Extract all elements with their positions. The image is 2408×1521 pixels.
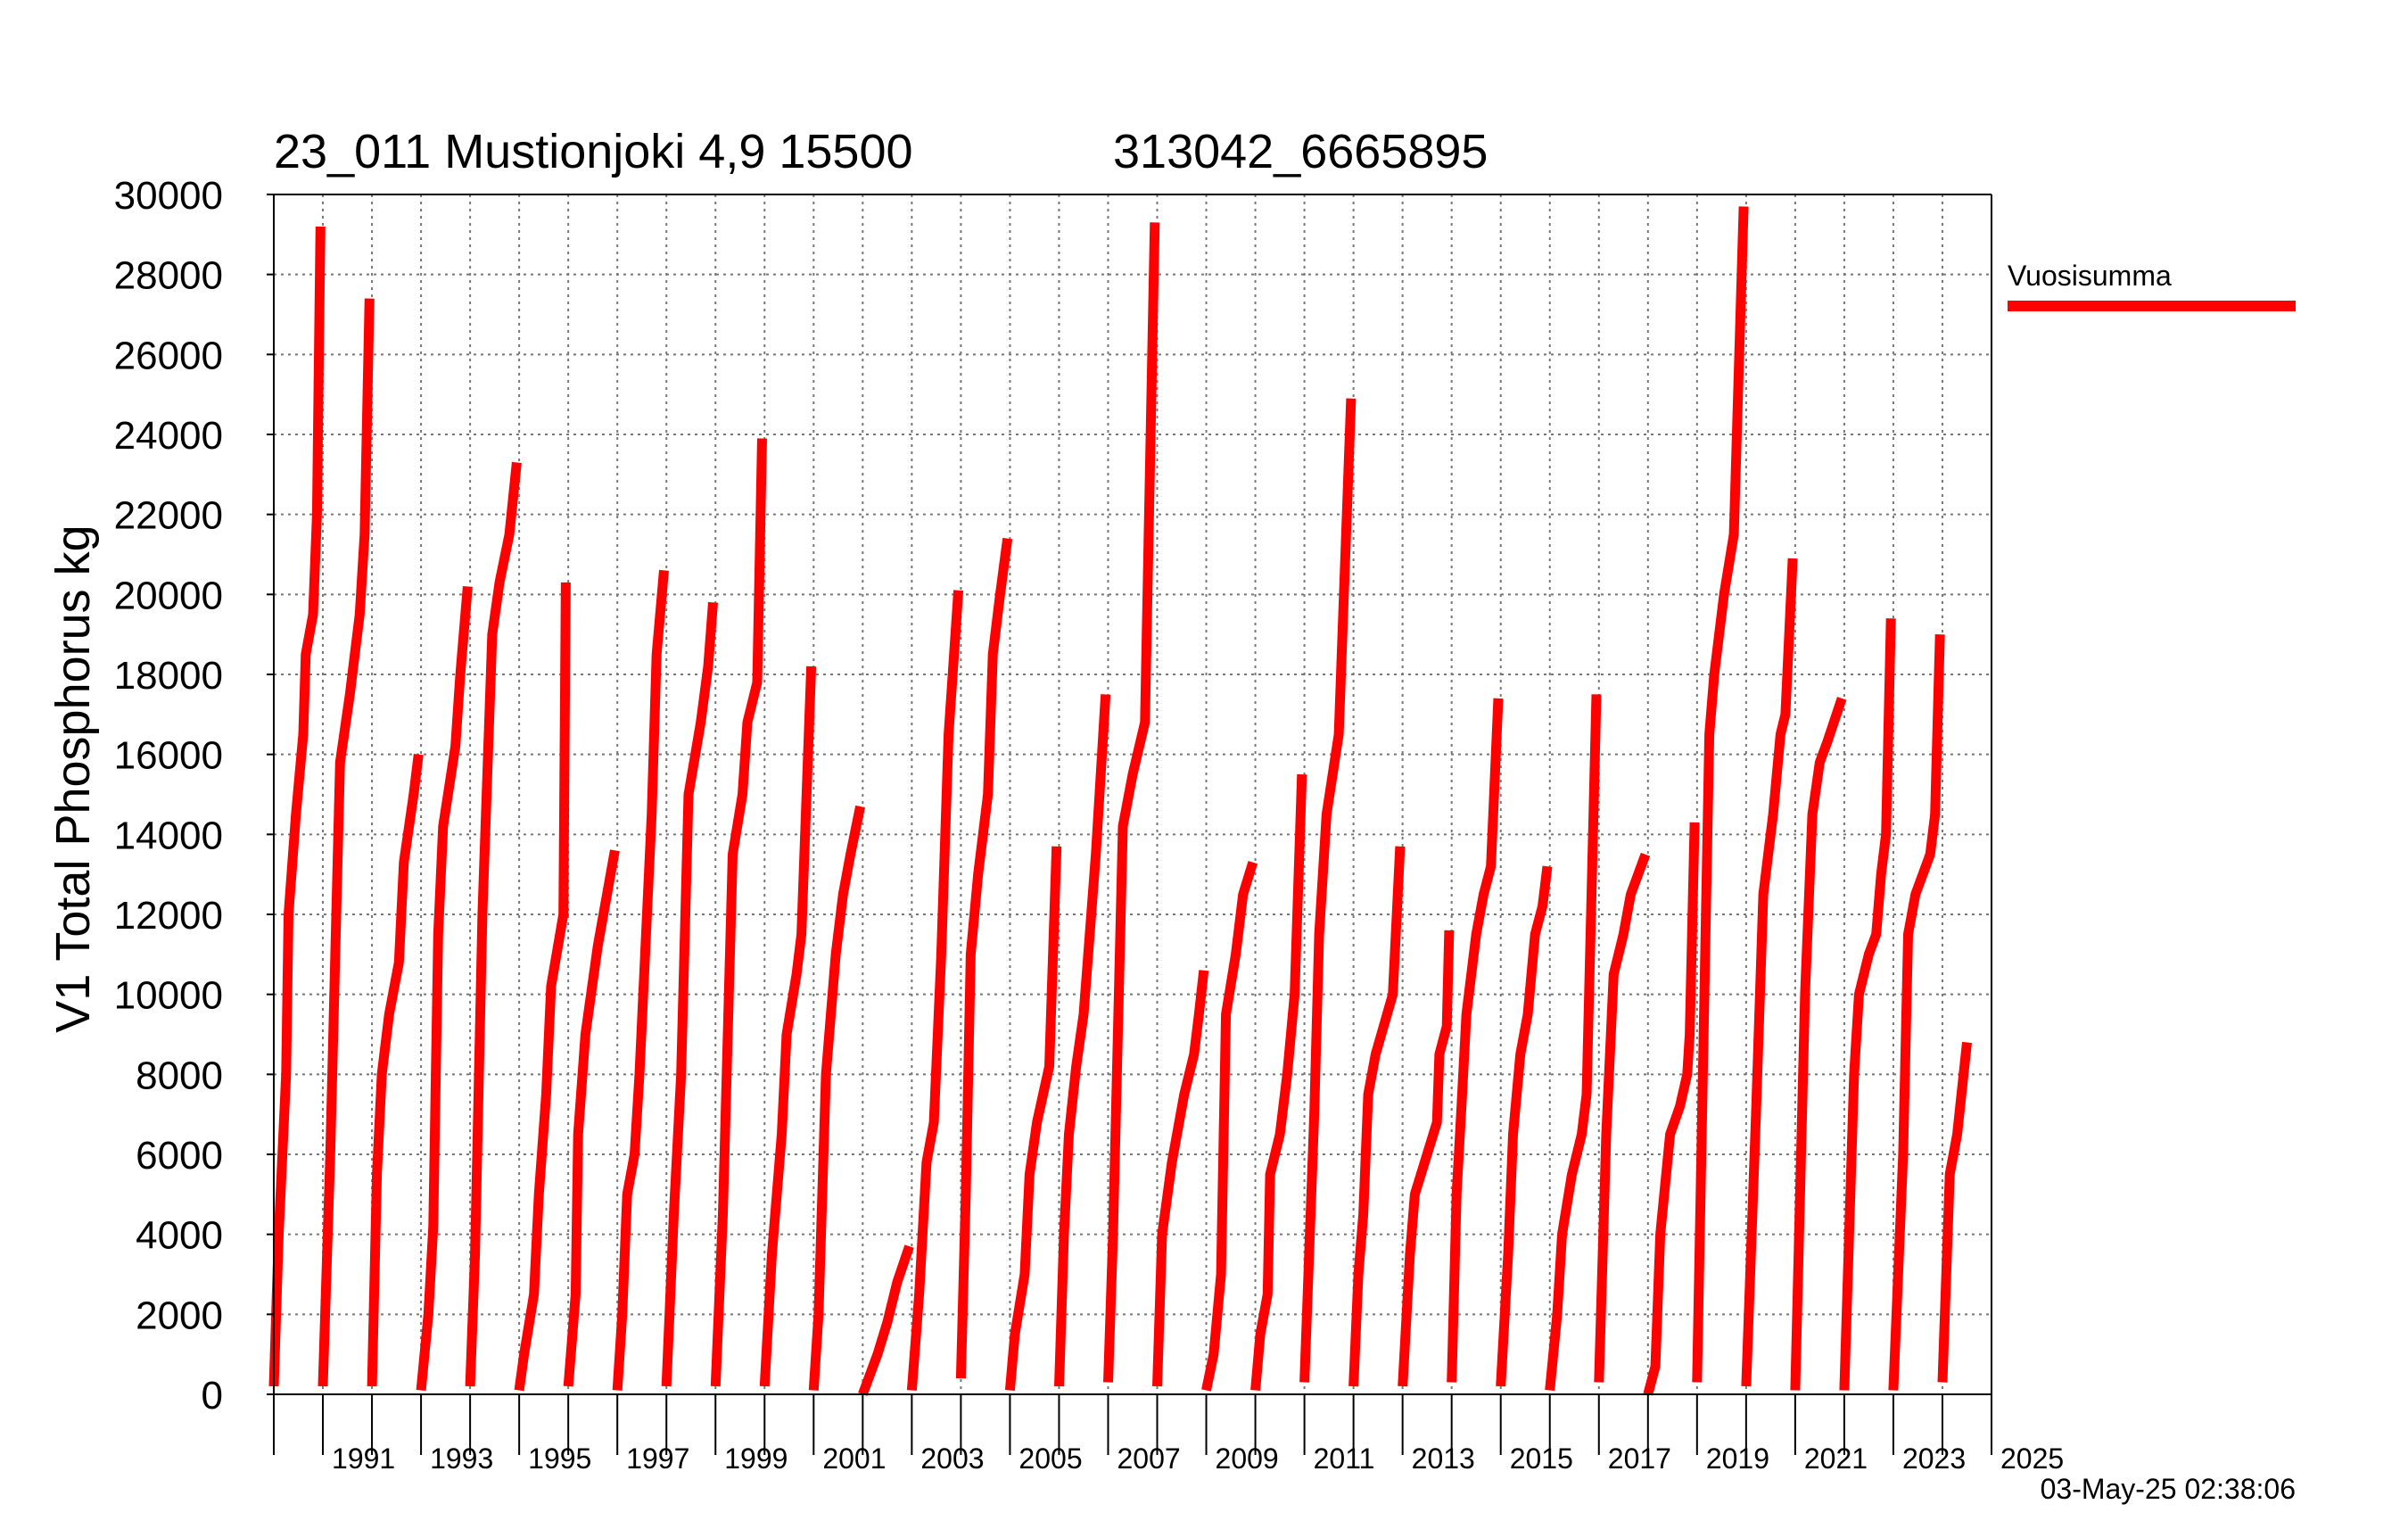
y-axis-label: V1 Total Phosphorus kg — [46, 525, 100, 1032]
x-tick-label: 2009 — [1216, 1442, 1279, 1475]
y-tick-label: 2000 — [136, 1294, 223, 1337]
x-tick-label: 2021 — [1804, 1442, 1868, 1475]
x-tick-label: 1999 — [724, 1442, 788, 1475]
chart-svg: 0 2000 4000 6000 8000 10000 12000 14000 16000 180… — [0, 0, 2408, 1517]
y-tick-label: 28000 — [114, 254, 223, 298]
y-tick-label: 30000 — [114, 174, 223, 218]
y-tick-label: 20000 — [114, 574, 223, 617]
x-tick-label: 1991 — [332, 1442, 395, 1475]
x-tick-label: 2025 — [2000, 1442, 2064, 1475]
y-tick-label: 26000 — [114, 334, 223, 377]
chart-title: 23_011 Mustionjoki 4,9 15500 — [274, 125, 913, 178]
x-tick-label: 1997 — [626, 1442, 689, 1475]
x-tick-label: 2007 — [1117, 1442, 1180, 1475]
chart-container: 0 2000 4000 6000 8000 10000 12000 14000 16000 180… — [0, 0, 2408, 1517]
y-tick-label: 14000 — [114, 814, 223, 857]
x-tick-label: 1993 — [430, 1442, 493, 1475]
x-tick-label: 2013 — [1412, 1442, 1475, 1475]
x-tick-label: 2017 — [1608, 1442, 1671, 1475]
y-tick-label: 10000 — [114, 974, 223, 1018]
y-tick-label: 22000 — [114, 494, 223, 538]
x-tick-label: 2019 — [1706, 1442, 1769, 1475]
y-tick-label: 8000 — [136, 1054, 223, 1097]
timestamp: 03-May-25 02:38:06 — [2041, 1473, 2296, 1505]
x-tick-label: 2011 — [1314, 1442, 1375, 1475]
y-tick-label: 0 — [202, 1374, 223, 1418]
y-tick-label: 12000 — [114, 894, 223, 938]
chart-background — [0, 0, 2408, 1517]
x-tick-label: 2015 — [1510, 1442, 1573, 1475]
x-tick-label: 2003 — [920, 1442, 984, 1475]
y-tick-label: 4000 — [136, 1214, 223, 1258]
x-tick-label: 2023 — [1902, 1442, 1966, 1475]
y-tick-label: 6000 — [136, 1134, 223, 1178]
y-tick-label: 18000 — [114, 654, 223, 698]
y-tick-label: 24000 — [114, 414, 223, 458]
y-tick-label: 16000 — [114, 734, 223, 778]
x-tick-label: 2001 — [822, 1442, 886, 1475]
legend-entry-label: Vuosisumma — [2008, 260, 2172, 292]
chart-subtitle: 313042_6665895 — [1113, 125, 1488, 178]
x-tick-label: 2005 — [1018, 1442, 1082, 1475]
x-tick-label: 1995 — [528, 1442, 591, 1475]
